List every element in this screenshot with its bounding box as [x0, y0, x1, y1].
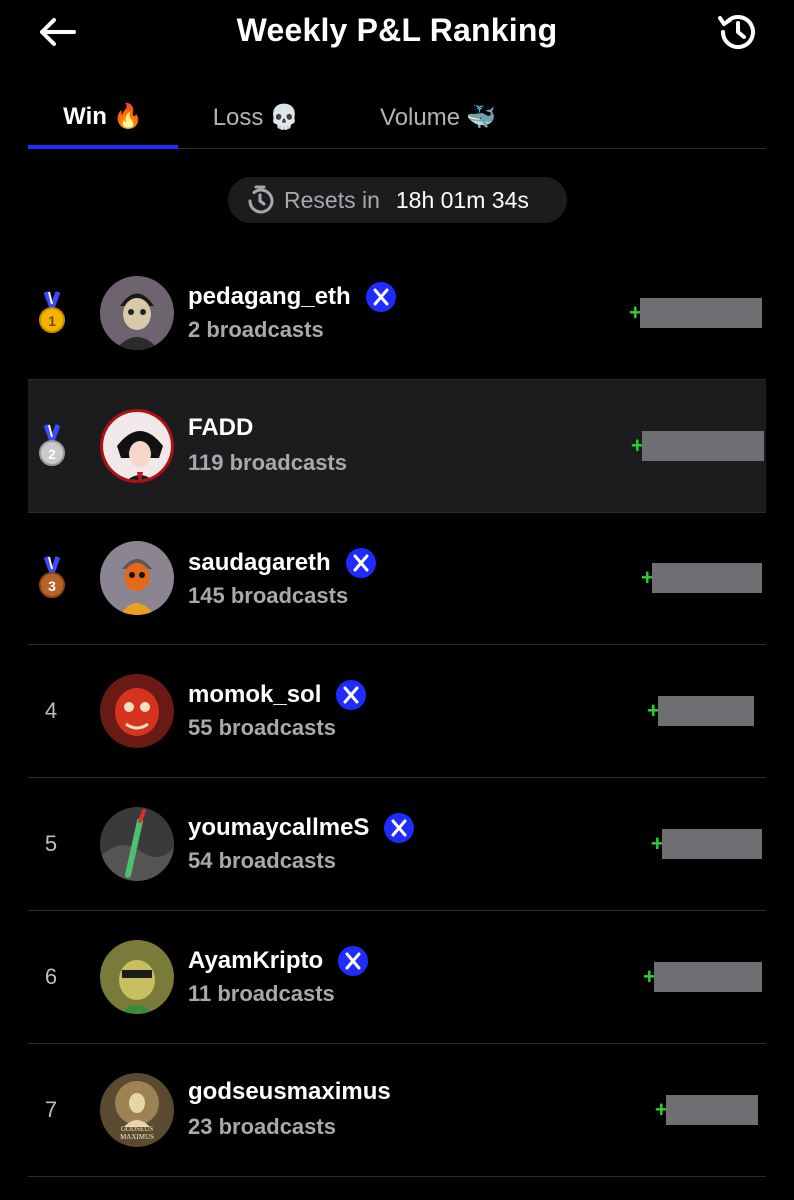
x-verified-icon[interactable] — [383, 812, 415, 844]
name-line: momok_sol — [188, 679, 367, 711]
reset-label: Resets in — [284, 186, 380, 213]
history-clock-icon — [718, 15, 755, 49]
reset-countdown: Resets in 18h 01m 34s — [228, 177, 567, 223]
svg-text:2: 2 — [48, 446, 56, 462]
name-line: saudagareth — [188, 547, 377, 579]
name-line: AyamKripto — [188, 945, 369, 977]
name-line: FADD — [188, 414, 253, 442]
name-line: godseusmaximus — [188, 1078, 391, 1106]
skull-icon: 💀 — [269, 104, 300, 131]
rank-number: 5 — [44, 831, 58, 857]
avatar — [100, 408, 174, 483]
redacted-amount — [658, 696, 754, 727]
redacted-amount — [652, 563, 762, 594]
avatar: GODSEUS MAXIMUS — [100, 1072, 174, 1147]
svg-text:1: 1 — [48, 313, 56, 329]
ranking-row[interactable]: 2 FADD 119 broadcasts +$ — [28, 379, 766, 513]
pnl-value: +$ — [629, 297, 762, 328]
avatar — [100, 674, 174, 749]
ranking-row[interactable]: 1 pedagang_eth 2 broadcasts — [28, 247, 766, 380]
header: Weekly P&L Ranking — [0, 0, 794, 68]
redacted-amount — [654, 961, 762, 992]
svg-text:GODSEUS: GODSEUS — [121, 1125, 153, 1133]
tab-volume-label: Volume — [380, 104, 461, 131]
pnl-value: +$ — [651, 829, 762, 860]
tab-win-label: Win — [63, 102, 107, 130]
svg-text:3: 3 — [48, 578, 56, 594]
username: pedagang_eth — [188, 283, 351, 310]
broadcast-count: 54 broadcasts — [188, 848, 336, 874]
broadcast-count: 55 broadcasts — [188, 715, 336, 741]
fire-icon: 🔥 — [112, 102, 143, 130]
rank-number: 4 — [44, 698, 58, 724]
broadcast-count: 119 broadcasts — [188, 449, 347, 475]
redacted-amount — [662, 829, 762, 860]
broadcast-count: 2 broadcasts — [188, 317, 324, 342]
bronze-medal-icon: 3 — [39, 556, 65, 599]
tab-bar: Win 🔥 Loss 💀 Volume 🐳 — [28, 88, 766, 149]
svg-text:MAXIMUS: MAXIMUS — [120, 1133, 154, 1141]
redacted-amount — [640, 297, 762, 328]
rank-number: 6 — [44, 963, 58, 989]
timer-icon — [248, 185, 274, 214]
redacted-amount — [642, 430, 764, 461]
tab-loss[interactable]: Loss 💀 — [200, 88, 312, 148]
tab-win[interactable]: Win 🔥 — [28, 88, 178, 149]
username: FADD — [188, 413, 254, 441]
pnl-value: +$ — [643, 961, 762, 992]
broadcast-count: 23 broadcasts — [188, 1113, 336, 1139]
ranking-row[interactable]: 3 saudagareth 145 broadcasts — [28, 513, 766, 646]
ranking-list: 1 pedagang_eth 2 broadcasts 2 FADD 119 b… — [28, 247, 766, 1177]
avatar — [100, 541, 174, 616]
ranking-row[interactable]: 7 GODSEUS MAXIMUS godseusmaximus 23 broa… — [28, 1044, 766, 1177]
pnl-value: +$ — [647, 696, 754, 727]
avatar — [100, 939, 174, 1014]
username: godseusmaximus — [188, 1077, 391, 1105]
username: AyamKripto — [188, 946, 324, 974]
x-verified-icon[interactable] — [365, 281, 397, 313]
ranking-screen: Weekly P&L Ranking Win 🔥 Loss 💀 Volume 🐳 — [0, 0, 794, 1200]
pnl-value: +$ — [655, 1094, 758, 1125]
pnl-value: +$ — [631, 430, 764, 461]
name-line: youmaycallmeS — [188, 812, 415, 844]
tab-volume[interactable]: Volume 🐳 — [360, 88, 516, 148]
avatar — [100, 275, 174, 350]
gold-medal-icon: 1 — [39, 291, 65, 333]
rank-number: 7 — [44, 1096, 58, 1122]
redacted-amount — [666, 1094, 758, 1125]
x-verified-icon[interactable] — [345, 547, 377, 579]
broadcast-count: 145 broadcasts — [188, 582, 349, 608]
broadcast-count: 11 broadcasts — [188, 980, 335, 1006]
ranking-row[interactable]: 4 momok_sol 55 broadcasts +$ — [28, 645, 766, 779]
pnl-value: +$ — [641, 563, 762, 594]
silver-medal-icon: 2 — [39, 423, 65, 466]
reset-time: 18h 01m 34s — [395, 186, 529, 213]
username: saudagareth — [188, 548, 331, 576]
ranking-row[interactable]: 5 youmaycallmeS 54 broadcasts +$ — [28, 778, 766, 911]
ranking-row[interactable]: 6 AyamKripto 11 broadcasts +$ — [28, 911, 766, 1044]
username: momok_sol — [188, 681, 322, 709]
page-title: Weekly P&L Ranking — [236, 12, 558, 48]
name-line: pedagang_eth — [188, 281, 397, 313]
avatar — [100, 807, 174, 882]
history-button[interactable] — [712, 6, 764, 58]
whale-icon: 🐳 — [466, 104, 496, 131]
x-verified-icon[interactable] — [337, 945, 369, 977]
tab-loss-label: Loss — [212, 104, 264, 131]
username: youmaycallmeS — [188, 814, 370, 842]
x-verified-icon[interactable] — [335, 679, 367, 711]
